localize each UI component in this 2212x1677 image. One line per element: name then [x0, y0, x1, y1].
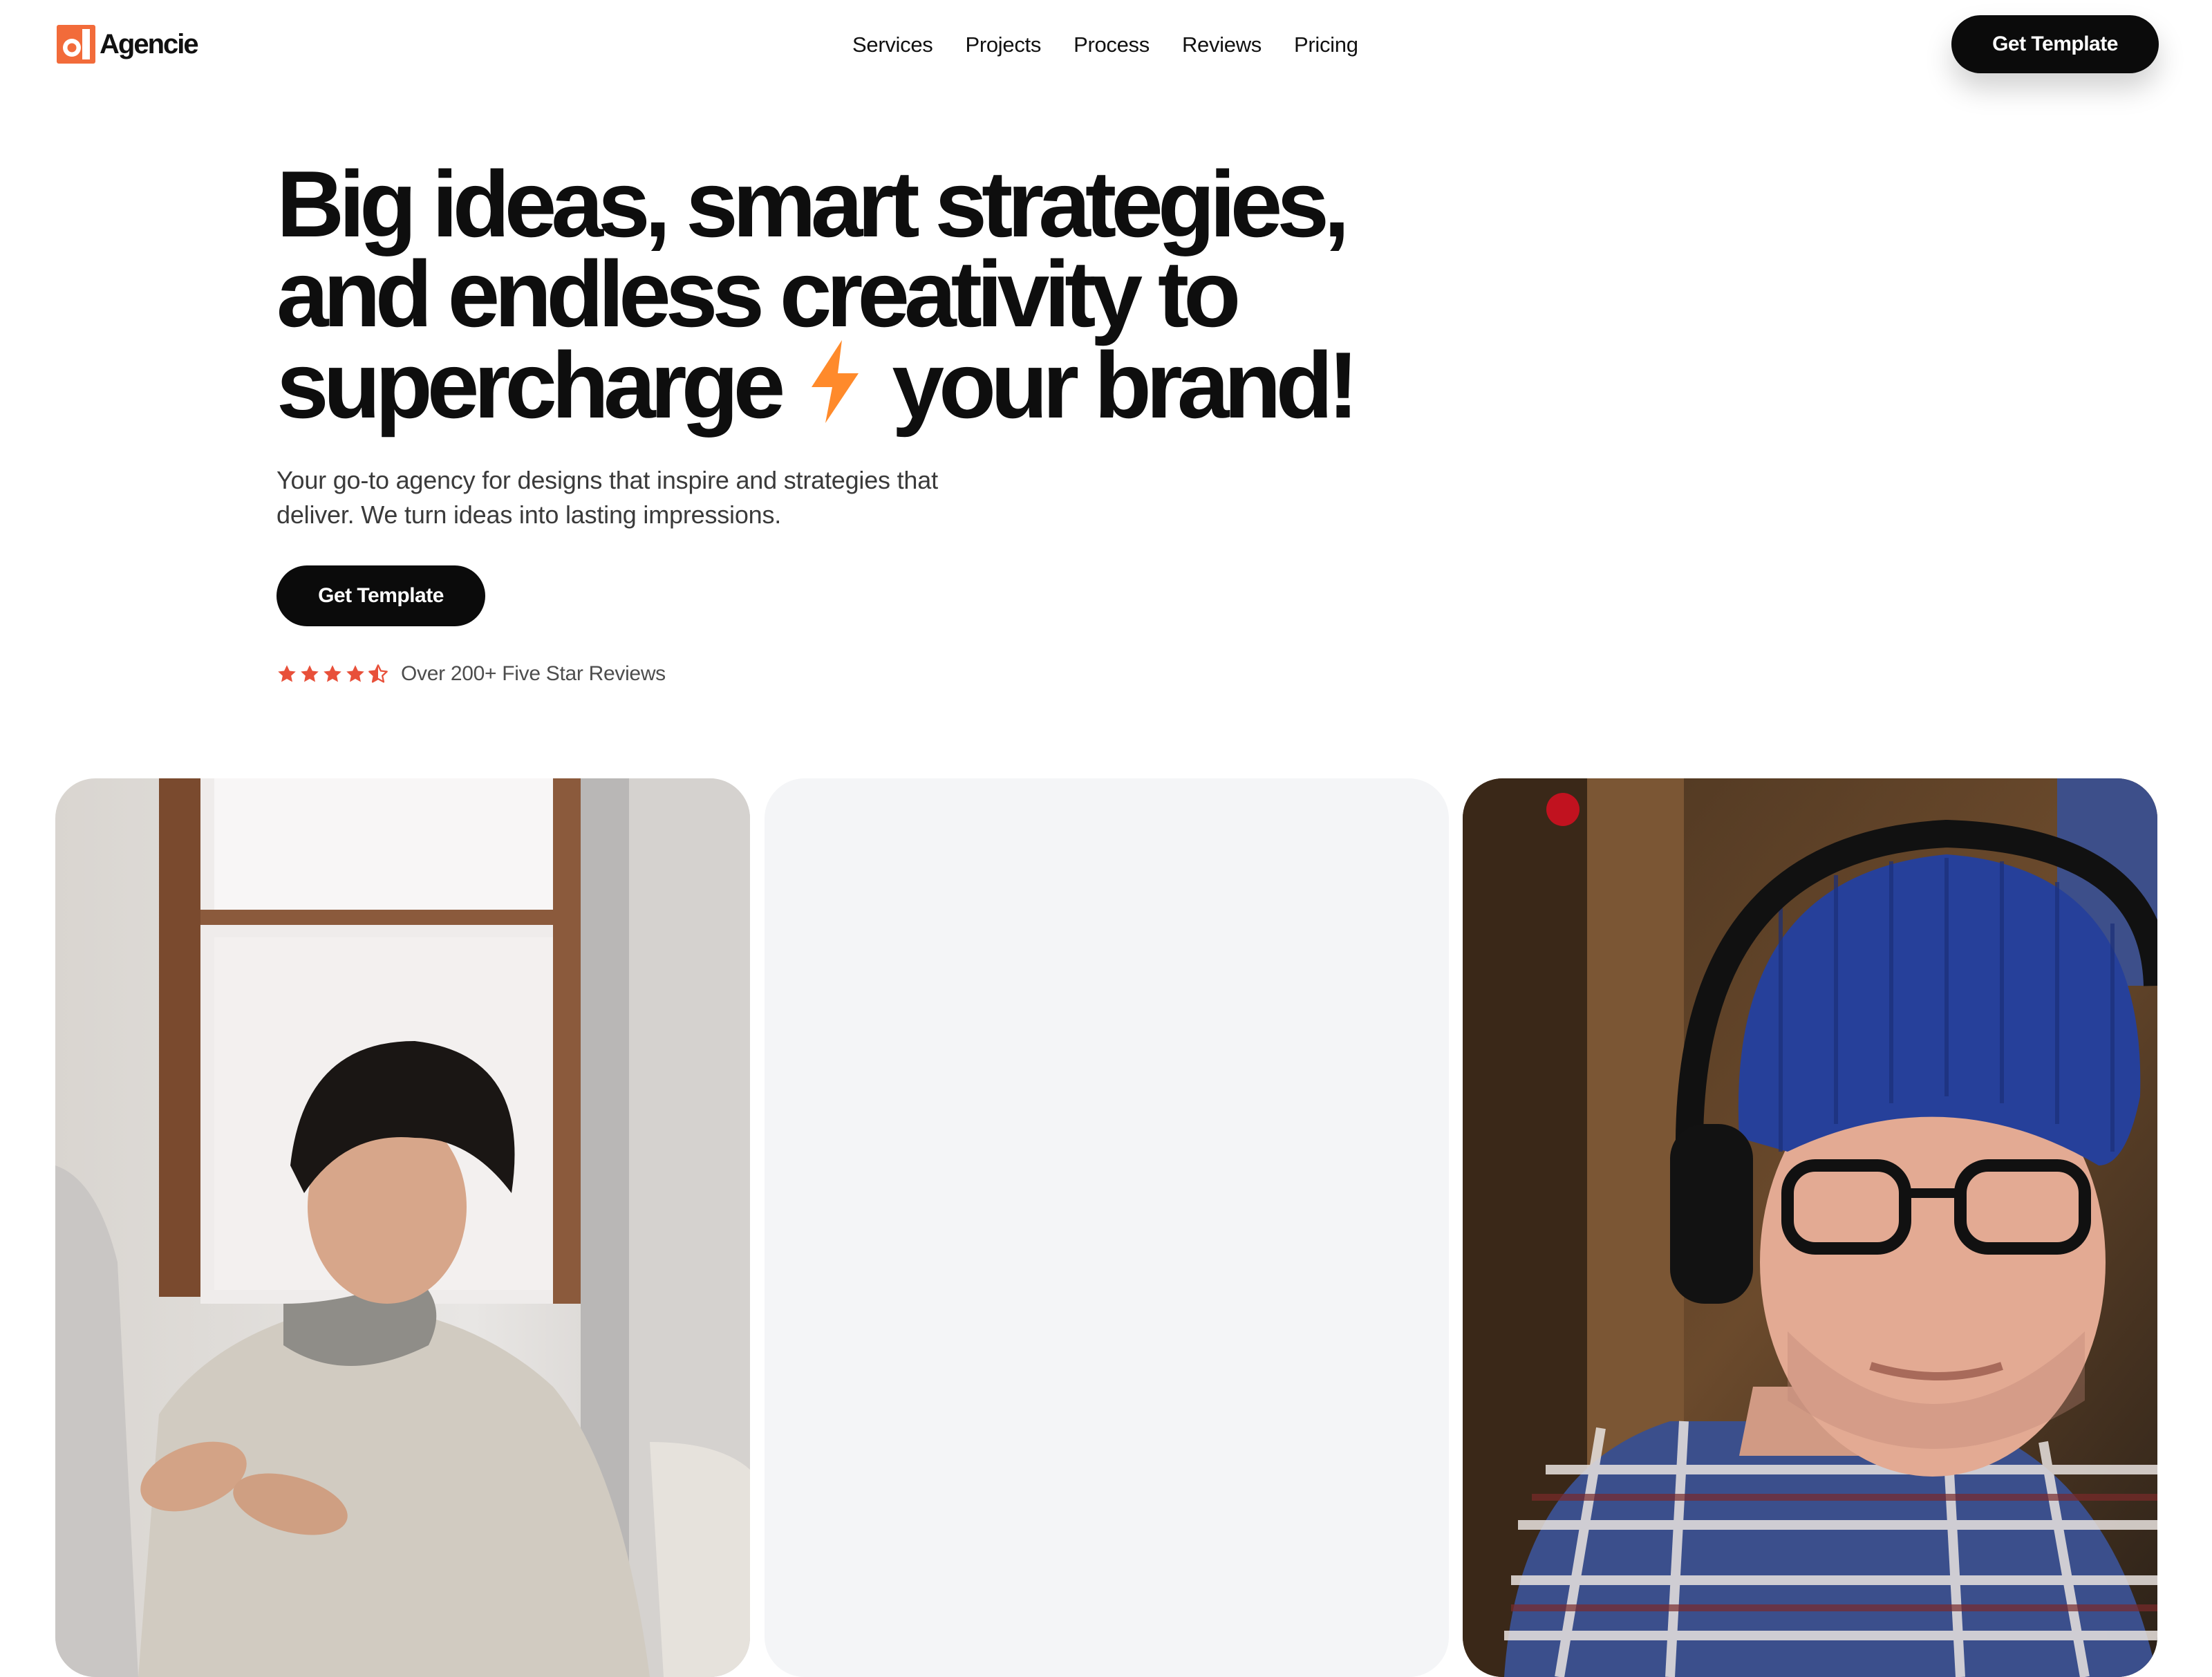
hero-section: Big ideas, smart strategies, and endless…: [276, 151, 1452, 432]
nav-link-projects[interactable]: Projects: [965, 32, 1041, 57]
star-half-icon: [368, 664, 388, 683]
star-icon: [278, 665, 296, 682]
reviews-summary: Over 200+ Five Star Reviews: [276, 657, 666, 691]
photo-card-person-hoodie: [55, 778, 750, 1677]
agencie-logo-icon: [57, 25, 95, 64]
star-icon: [324, 665, 341, 682]
nav-link-reviews[interactable]: Reviews: [1182, 32, 1262, 57]
headline-word-supercharge: supercharge: [276, 332, 785, 438]
brand-name: Agencie: [100, 28, 199, 59]
hero-get-template-button[interactable]: Get Template: [276, 565, 485, 626]
hero-headline: Big ideas, smart strategies, and endless…: [276, 151, 1452, 432]
person-headphones-image: [1463, 778, 2157, 1677]
nav-link-process[interactable]: Process: [1074, 32, 1150, 57]
headline-line-2: and endless creativity to: [276, 241, 1241, 346]
reviews-text: Over 200+ Five Star Reviews: [401, 662, 666, 685]
placeholder-card: [765, 778, 1449, 1677]
headline-line-1: Big ideas, smart strategies,: [276, 151, 1350, 256]
star-rating: [276, 664, 388, 684]
nav-link-services[interactable]: Services: [852, 32, 933, 57]
nav-get-template-button[interactable]: Get Template: [1951, 15, 2159, 73]
headline-words-your-brand: your brand!: [892, 332, 1359, 438]
nav-link-pricing[interactable]: Pricing: [1294, 32, 1358, 57]
star-icon: [301, 665, 319, 682]
nav-links: Services Projects Process Reviews Pricin…: [852, 28, 1358, 62]
top-navigation: Agencie Services Projects Process Review…: [0, 0, 2212, 90]
hero-subtext: Your go-to agency for designs that inspi…: [276, 466, 938, 529]
photo-card-person-headphones: [1463, 778, 2157, 1677]
headline-line-3: supercharge your brand!: [276, 338, 1452, 432]
lightning-bolt-icon: [812, 340, 859, 423]
person-hoodie-image: [55, 778, 750, 1677]
star-icon: [346, 665, 364, 682]
brand-logo[interactable]: Agencie: [57, 24, 199, 65]
